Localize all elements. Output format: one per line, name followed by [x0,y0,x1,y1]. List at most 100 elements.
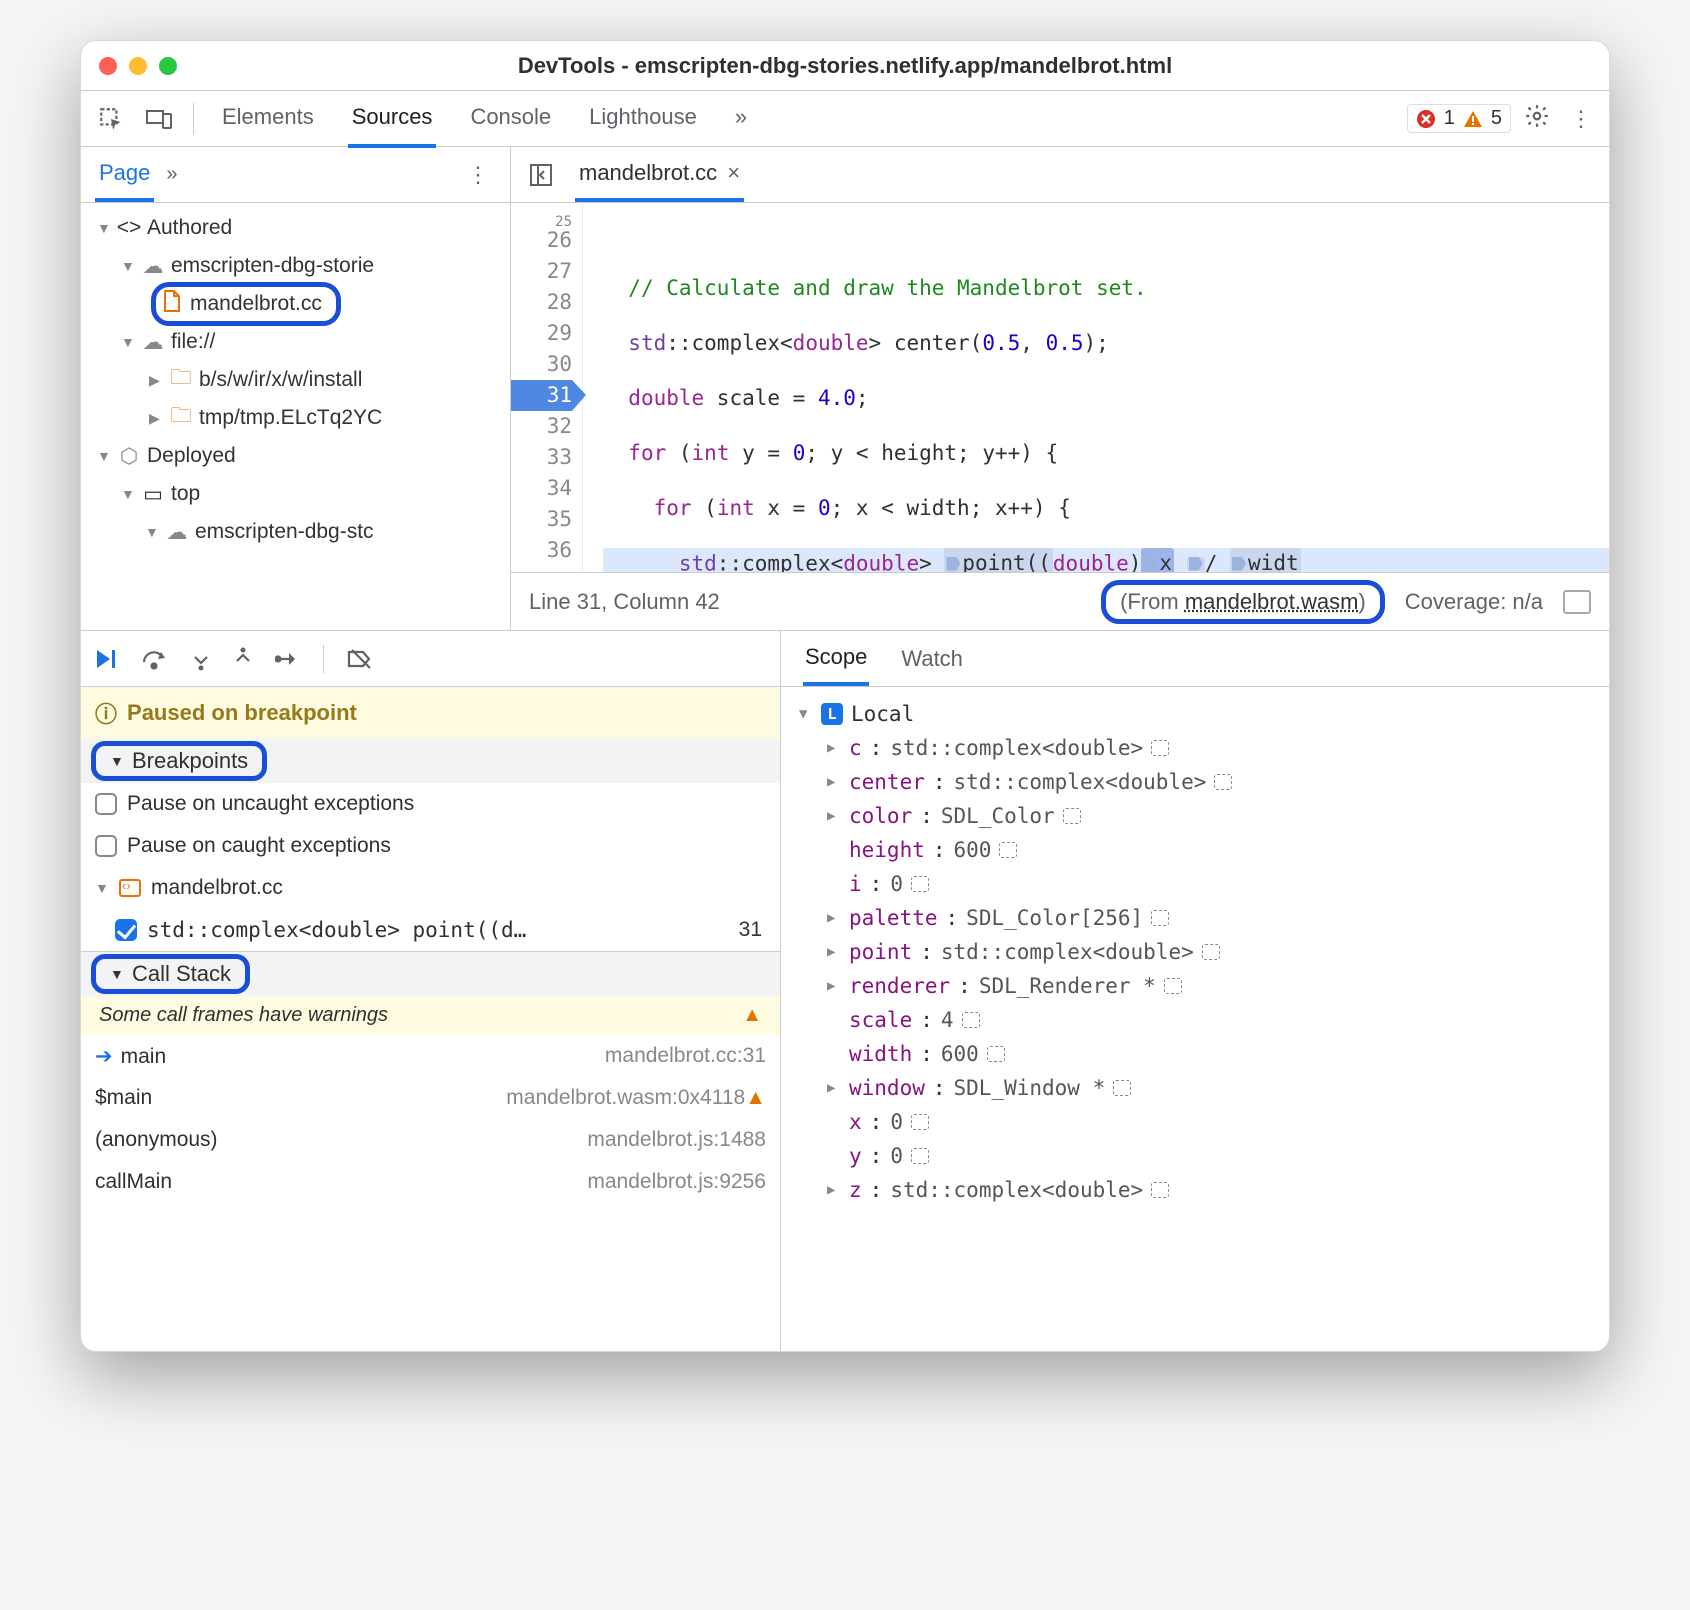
code-body[interactable]: // Calculate and draw the Mandelbrot set… [583,203,1609,572]
scope-variable[interactable]: ▶renderer: SDL_Renderer * [799,969,1591,1003]
navigator-more-icon[interactable]: ⋮ [460,162,496,188]
scope-panel: Scope Watch ▼LLocal ▶c: std::complex<dou… [781,631,1609,1351]
tree-origin[interactable]: emscripten-dbg-storie [171,254,374,278]
editor-file-tab[interactable]: mandelbrot.cc × [575,148,744,202]
inspect-icon[interactable] [91,99,131,139]
bp-file-row[interactable]: ▼mandelbrot.cc [81,867,780,909]
scope-variable[interactable]: ▶window: SDL_Window * [799,1071,1591,1105]
info-icon: ⓘ [95,697,117,729]
stack-frame[interactable]: callMainmandelbrot.js:9256 [81,1161,780,1203]
tab-watch[interactable]: Watch [899,634,965,684]
local-badge-icon: L [821,703,843,725]
memory-icon[interactable] [987,1046,1005,1062]
scope-variable[interactable]: ▶point: std::complex<double> [799,935,1591,969]
highlighted-file[interactable]: mandelbrot.cc [151,282,341,326]
stack-frame[interactable]: $mainmandelbrot.wasm:0x4118▲ [81,1077,780,1119]
memory-icon[interactable] [1063,808,1081,824]
memory-icon[interactable] [1113,1080,1131,1096]
cloud-icon: ☁ [141,330,165,355]
navigator-overflow-icon[interactable]: » [166,163,177,186]
memory-icon[interactable] [1151,740,1169,756]
memory-icon[interactable] [999,842,1017,858]
editor-status-bar: Line 31, Column 42 (From mandelbrot.wasm… [511,572,1609,630]
code-editor[interactable]: 25 26 27 28 29 30 31 32 33 34 35 36 37 /… [511,203,1609,630]
scope-variable[interactable]: height: 600 [799,833,1591,867]
memory-icon[interactable] [1202,944,1220,960]
pause-caught-checkbox[interactable]: Pause on caught exceptions [81,825,780,867]
scope-variable[interactable]: ▶center: std::complex<double> [799,765,1591,799]
navigator-tab-page[interactable]: Page [95,148,154,202]
scope-variable[interactable]: ▶palette: SDL_Color[256] [799,901,1591,935]
close-tab-icon[interactable]: × [727,160,740,186]
coverage-status: Coverage: n/a [1405,589,1543,615]
error-icon [1416,109,1436,129]
source-origin-link[interactable]: mandelbrot.wasm [1185,589,1359,614]
section-breakpoints-header[interactable]: ▼Breakpoints [81,739,780,783]
step-icon[interactable] [275,650,301,668]
scope-variable[interactable]: i: 0 [799,867,1591,901]
memory-icon[interactable] [962,1012,980,1028]
tabs-overflow-icon[interactable]: » [731,90,751,148]
source-origin-pill[interactable]: (From mandelbrot.wasm) [1101,580,1385,624]
resume-icon[interactable] [93,647,119,671]
bp-entry[interactable]: std::complex<double> point((d… 31 [81,909,780,951]
scope-variable[interactable]: ▶color: SDL_Color [799,799,1591,833]
stack-frame[interactable]: ➔mainmandelbrot.cc:31 [81,1035,780,1077]
step-out-icon[interactable] [233,647,253,671]
cursor-position: Line 31, Column 42 [529,589,720,615]
scope-variable[interactable]: x: 0 [799,1105,1591,1139]
scope-local-header[interactable]: ▼LLocal [799,697,1591,731]
toggle-debugger-icon[interactable] [1563,590,1591,614]
memory-icon[interactable] [911,1114,929,1130]
tree-file-scheme[interactable]: file:// [171,330,215,354]
device-toggle-icon[interactable] [139,99,179,139]
warning-icon: ▲ [742,1004,762,1027]
scope-variable[interactable]: ▶z: std::complex<double> [799,1173,1591,1207]
debugger-sidebar: ⓘ Paused on breakpoint ▼Breakpoints Paus… [81,631,781,1351]
toggle-navigator-icon[interactable] [521,155,561,195]
issue-counter[interactable]: 1 5 [1407,104,1511,133]
tab-lighthouse[interactable]: Lighthouse [585,90,701,148]
pause-uncaught-checkbox[interactable]: Pause on uncaught exceptions [81,783,780,825]
step-into-icon[interactable] [191,647,211,671]
sources-subtabs: Page » ⋮ mandelbrot.cc × [81,147,1609,203]
deactivate-breakpoints-icon[interactable] [346,648,374,670]
divider [193,103,194,135]
inlay-hint[interactable]: x [1141,548,1174,572]
tree-deployed[interactable]: Deployed [147,444,236,468]
warning-icon [1463,109,1483,129]
tree-path[interactable]: tmp/tmp.ELcTq2YC [199,406,382,430]
tab-scope[interactable]: Scope [803,632,869,686]
memory-icon[interactable] [1164,978,1182,994]
line-gutter[interactable]: 25 26 27 28 29 30 31 32 33 34 35 36 37 [511,203,583,572]
inlay-hint[interactable] [1187,557,1205,571]
memory-icon[interactable] [1151,1182,1169,1198]
memory-icon[interactable] [1214,774,1232,790]
window-title: DevTools - emscripten-dbg-stories.netlif… [81,53,1609,79]
scope-variable[interactable]: scale: 4 [799,1003,1591,1037]
tree-authored[interactable]: Authored [147,216,232,240]
scope-variable[interactable]: width: 600 [799,1037,1591,1071]
tree-origin[interactable]: emscripten-dbg-stc [195,520,374,544]
scope-variable[interactable]: ▶c: std::complex<double> [799,731,1591,765]
step-over-icon[interactable] [141,648,169,670]
section-callstack-header[interactable]: ▼Call Stack [81,952,780,996]
warning-icon: ▲ [745,1086,766,1109]
memory-icon[interactable] [911,1148,929,1164]
settings-icon[interactable] [1519,103,1555,135]
tab-console[interactable]: Console [466,90,555,148]
stack-frame[interactable]: (anonymous)mandelbrot.js:1488 [81,1119,780,1161]
tree-top[interactable]: top [171,482,200,506]
inlay-hint[interactable]: point(( [944,548,1053,572]
more-icon[interactable]: ⋮ [1563,106,1599,132]
tab-sources[interactable]: Sources [348,90,437,148]
tree-path[interactable]: b/s/w/ir/x/w/install [199,368,362,392]
inlay-hint[interactable]: widt [1230,548,1301,572]
cloud-icon: ☁ [141,254,165,279]
file-navigator[interactable]: ▼<>Authored ▼☁emscripten-dbg-storie mand… [81,203,511,630]
scope-variable[interactable]: y: 0 [799,1139,1591,1173]
memory-icon[interactable] [911,876,929,892]
tab-elements[interactable]: Elements [218,90,318,148]
memory-icon[interactable] [1151,910,1169,926]
folder-icon: 🗀 [169,363,193,398]
